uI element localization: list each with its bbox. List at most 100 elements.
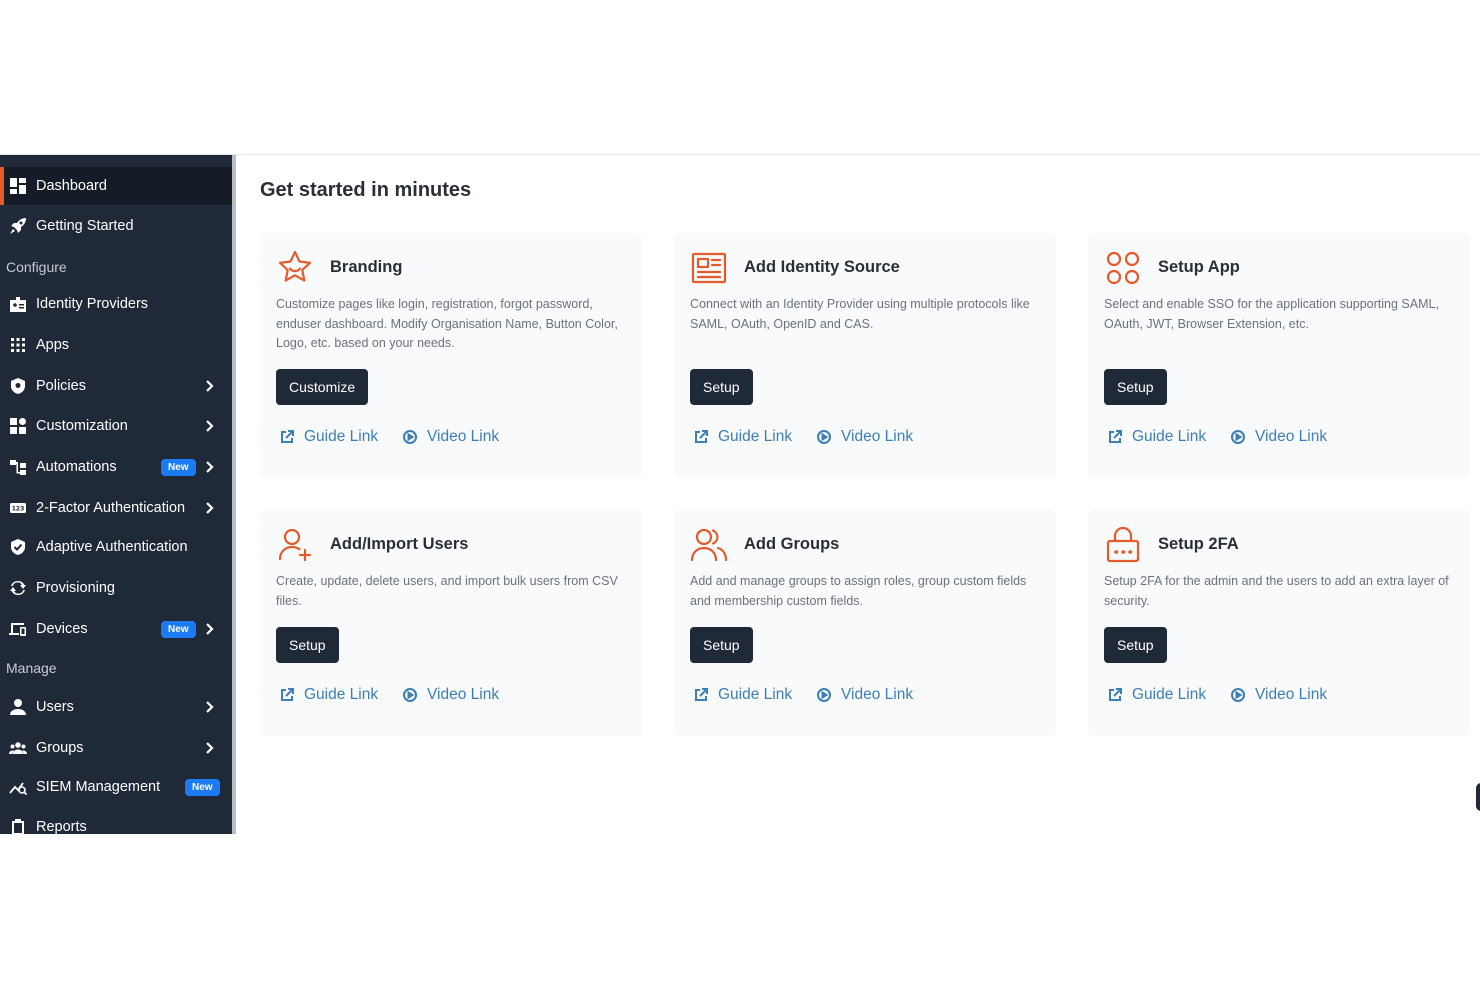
sidebar-item-label: Provisioning <box>36 580 115 596</box>
sidebar-item-adaptive-authentication[interactable]: Adaptive Authentication <box>0 528 232 566</box>
setup-button[interactable]: Setup <box>690 627 753 663</box>
card-add-import-users: Add/Import Users Create, update, delete … <box>260 510 642 736</box>
users-group-icon <box>690 526 728 564</box>
video-link[interactable]: Video Link <box>1231 427 1327 447</box>
video-link[interactable]: Video Link <box>403 427 499 447</box>
guide-link[interactable]: Guide Link <box>1108 427 1206 447</box>
setup-button[interactable]: Setup <box>690 369 753 405</box>
play-circle-icon <box>1231 688 1245 702</box>
automation-icon <box>9 458 27 476</box>
video-link-label: Video Link <box>1255 686 1328 703</box>
sidebar-item-label: Apps <box>36 337 70 353</box>
sidebar-item-customization[interactable]: Customization <box>0 407 232 445</box>
video-link[interactable]: Video Link <box>817 427 913 447</box>
external-link-icon <box>695 430 708 443</box>
sidebar-item-label: Identity Providers <box>36 296 149 312</box>
keypad-123-icon: 123 <box>9 499 27 517</box>
external-link-icon <box>1109 688 1122 701</box>
clipboard-icon <box>9 818 27 834</box>
card-description: Add and manage groups to assign roles, g… <box>690 574 1027 608</box>
chevron-right-icon <box>204 418 216 434</box>
play-circle-icon <box>817 430 831 444</box>
card-description: Setup 2FA for the admin and the users to… <box>1104 574 1449 608</box>
sidebar-item-getting-started[interactable]: Getting Started <box>0 207 232 245</box>
sidebar-item-reports[interactable]: Reports <box>0 808 232 834</box>
sidebar-item-label: Groups <box>36 740 84 756</box>
external-link-icon <box>281 430 294 443</box>
sidebar-item-label: Policies <box>36 378 86 394</box>
sidebar-item-2fa[interactable]: 123 2-Factor Authentication <box>0 489 232 527</box>
customize-button[interactable]: Customize <box>276 369 369 405</box>
shield-icon <box>9 377 27 395</box>
devices-icon <box>9 620 27 638</box>
sidebar-item-provisioning[interactable]: Provisioning <box>0 569 232 607</box>
new-badge: New <box>185 779 220 796</box>
section-configure: Configure <box>6 259 67 275</box>
sidebar-item-users[interactable]: Users <box>0 688 232 726</box>
guide-link-label: Guide Link <box>718 686 793 703</box>
id-badge-icon <box>9 295 27 313</box>
play-circle-icon <box>403 430 417 444</box>
guide-link-label: Guide Link <box>718 428 793 445</box>
sidebar-item-dashboard[interactable]: Dashboard <box>0 167 232 205</box>
setup-button[interactable]: Setup <box>276 627 339 663</box>
card-branding: Branding Customize pages like login, reg… <box>260 233 642 478</box>
card-title: Add Groups <box>744 535 840 553</box>
sidebar-item-groups[interactable]: Groups <box>0 729 232 767</box>
sidebar-item-label: Adaptive Authentication <box>36 539 188 555</box>
guide-link-label: Guide Link <box>1132 686 1207 703</box>
play-circle-icon <box>817 688 831 702</box>
page-title: Get started in minutes <box>260 179 472 201</box>
chevron-right-icon <box>204 621 216 637</box>
sidebar-item-apps[interactable]: Apps <box>0 326 232 364</box>
card-add-groups: Add Groups Add and manage groups to assi… <box>674 510 1056 736</box>
sidebar-item-policies[interactable]: Policies <box>0 367 232 405</box>
sidebar-item-automations[interactable]: Automations New <box>0 448 232 486</box>
dashboard-icon <box>9 177 27 195</box>
card-title: Add Identity Source <box>744 258 900 276</box>
user-add-icon <box>276 526 314 564</box>
chat-widget-button[interactable] <box>1476 783 1480 811</box>
video-link[interactable]: Video Link <box>403 685 499 705</box>
sync-icon <box>9 579 27 597</box>
guide-link[interactable]: Guide Link <box>280 685 378 705</box>
play-circle-icon <box>403 688 417 702</box>
guide-link-label: Guide Link <box>1132 428 1207 445</box>
setup-button[interactable]: Setup <box>1104 369 1167 405</box>
video-link[interactable]: Video Link <box>1231 685 1327 705</box>
sidebar-item-label: SIEM Management <box>36 779 161 795</box>
main-content: Get started in minutes Branding Customiz… <box>236 155 1480 834</box>
sidebar-item-label: Devices <box>36 621 88 637</box>
card-description: Select and enable SSO for the applicatio… <box>1104 297 1439 331</box>
guide-link[interactable]: Guide Link <box>1108 685 1206 705</box>
card-setup-app: Setup App Select and enable SSO for the … <box>1088 233 1470 478</box>
card-title: Setup App <box>1158 258 1240 276</box>
sidebar-item-label: Dashboard <box>36 178 107 194</box>
card-setup-2fa: Setup 2FA Setup 2FA for the admin and th… <box>1088 510 1470 736</box>
sidebar-item-siem-management[interactable]: SIEM Management New <box>0 768 232 806</box>
new-badge: New <box>161 621 196 638</box>
app-frame: Dashboard Getting Started Configure Iden… <box>0 154 1480 834</box>
sidebar-item-label: 2-Factor Authentication <box>36 500 186 516</box>
sidebar-item-devices[interactable]: Devices New <box>0 610 232 648</box>
guide-link[interactable]: Guide Link <box>694 427 792 447</box>
sidebar-item-identity-providers[interactable]: Identity Providers <box>0 285 232 323</box>
guide-link[interactable]: Guide Link <box>694 685 792 705</box>
video-link-label: Video Link <box>1255 428 1328 445</box>
sidebar-item-label: Reports <box>36 819 87 834</box>
guide-link-label: Guide Link <box>304 686 379 703</box>
customize-icon <box>9 417 27 435</box>
chevron-right-icon <box>204 459 216 475</box>
chevron-right-icon <box>204 740 216 756</box>
app-squares-icon <box>1104 249 1142 287</box>
card-title: Add/Import Users <box>330 535 469 553</box>
external-link-icon <box>695 688 708 701</box>
guide-link[interactable]: Guide Link <box>280 427 378 447</box>
card-description: Customize pages like login, registration… <box>276 297 618 350</box>
star-badge-icon <box>276 249 314 287</box>
setup-button[interactable]: Setup <box>1104 627 1167 663</box>
rocket-icon <box>9 217 27 235</box>
video-link[interactable]: Video Link <box>817 685 913 705</box>
card-add-identity-source: Add Identity Source Connect with an Iden… <box>674 233 1056 478</box>
new-badge: New <box>161 459 196 476</box>
